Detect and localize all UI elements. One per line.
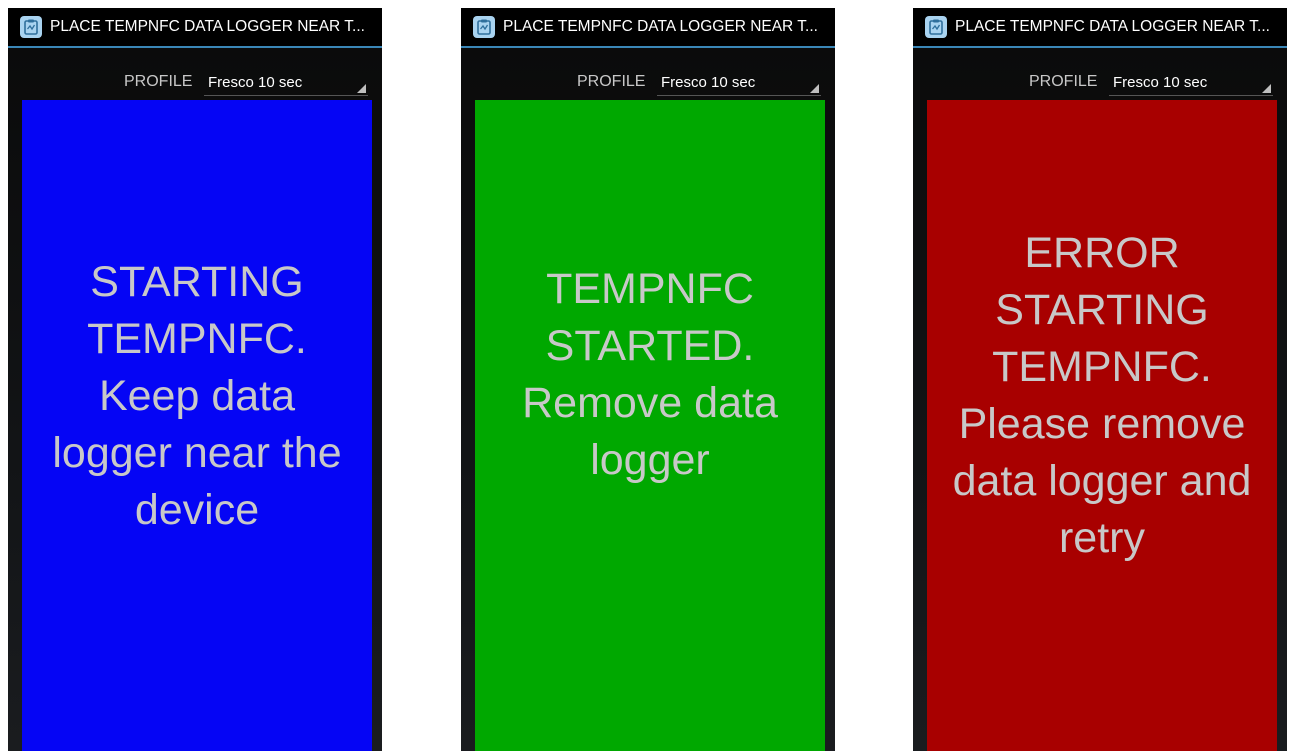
- phone-screen-starting: PLACE TEMPNFC DATA LOGGER NEAR T... PROF…: [8, 8, 382, 751]
- clipboard-app-icon: [925, 16, 947, 38]
- phone-screen-error: PLACE TEMPNFC DATA LOGGER NEAR T... PROF…: [913, 8, 1287, 751]
- status-line: logger near the: [52, 428, 342, 477]
- status-message: ERROR STARTING TEMPNFC. Please remove da…: [947, 225, 1258, 567]
- clipboard-app-icon: [473, 16, 495, 38]
- status-line: STARTING: [995, 286, 1209, 334]
- status-panel: STARTING TEMPNFC. Keep data logger near …: [22, 100, 372, 751]
- profile-spinner-value: Fresco 10 sec: [208, 74, 303, 91]
- status-message: TEMPNFC STARTED. Remove data logger: [516, 261, 784, 489]
- dropdown-corner-icon: [357, 84, 366, 93]
- status-panel: ERROR STARTING TEMPNFC. Please remove da…: [927, 100, 1277, 751]
- profile-label: PROFILE: [124, 73, 193, 90]
- status-line: TEMPNFC.: [992, 343, 1212, 391]
- dropdown-corner-icon: [1262, 84, 1271, 93]
- phone-screen-started: PLACE TEMPNFC DATA LOGGER NEAR T... PROF…: [461, 8, 835, 751]
- status-line: ERROR: [1024, 229, 1180, 277]
- dropdown-corner-icon: [810, 84, 819, 93]
- status-line: Please remove: [958, 400, 1246, 448]
- action-bar: PLACE TEMPNFC DATA LOGGER NEAR T...: [913, 8, 1287, 48]
- app-title: PLACE TEMPNFC DATA LOGGER NEAR T...: [955, 18, 1270, 35]
- profile-spinner[interactable]: Fresco 10 sec: [1109, 68, 1273, 96]
- profile-spinner-value: Fresco 10 sec: [661, 74, 756, 91]
- profile-row: PROFILE Fresco 10 sec: [461, 48, 835, 100]
- profile-row: PROFILE Fresco 10 sec: [913, 48, 1287, 100]
- status-line: STARTED.: [545, 322, 755, 370]
- status-line: Keep data: [98, 371, 296, 420]
- profile-label: PROFILE: [577, 73, 646, 90]
- profile-spinner[interactable]: Fresco 10 sec: [657, 68, 821, 96]
- status-line: TEMPNFC.: [87, 314, 307, 363]
- profile-spinner[interactable]: Fresco 10 sec: [204, 68, 368, 96]
- profile-label: PROFILE: [1029, 73, 1098, 90]
- action-bar: PLACE TEMPNFC DATA LOGGER NEAR T...: [8, 8, 382, 48]
- profile-spinner-value: Fresco 10 sec: [1113, 74, 1208, 91]
- action-bar: PLACE TEMPNFC DATA LOGGER NEAR T...: [461, 8, 835, 48]
- status-line: retry: [1058, 514, 1145, 562]
- status-line: STARTING: [90, 257, 304, 306]
- app-title: PLACE TEMPNFC DATA LOGGER NEAR T...: [503, 18, 818, 35]
- profile-row: PROFILE Fresco 10 sec: [8, 48, 382, 100]
- status-line: TEMPNFC: [546, 265, 754, 313]
- status-line: device: [134, 485, 260, 534]
- clipboard-app-icon: [20, 16, 42, 38]
- status-panel: TEMPNFC STARTED. Remove data logger: [475, 100, 825, 751]
- status-message: STARTING TEMPNFC. Keep data logger near …: [46, 254, 347, 539]
- status-line: logger: [590, 436, 710, 484]
- status-line: data logger and: [952, 457, 1252, 505]
- app-title: PLACE TEMPNFC DATA LOGGER NEAR T...: [50, 18, 365, 35]
- status-line: Remove data: [522, 379, 778, 427]
